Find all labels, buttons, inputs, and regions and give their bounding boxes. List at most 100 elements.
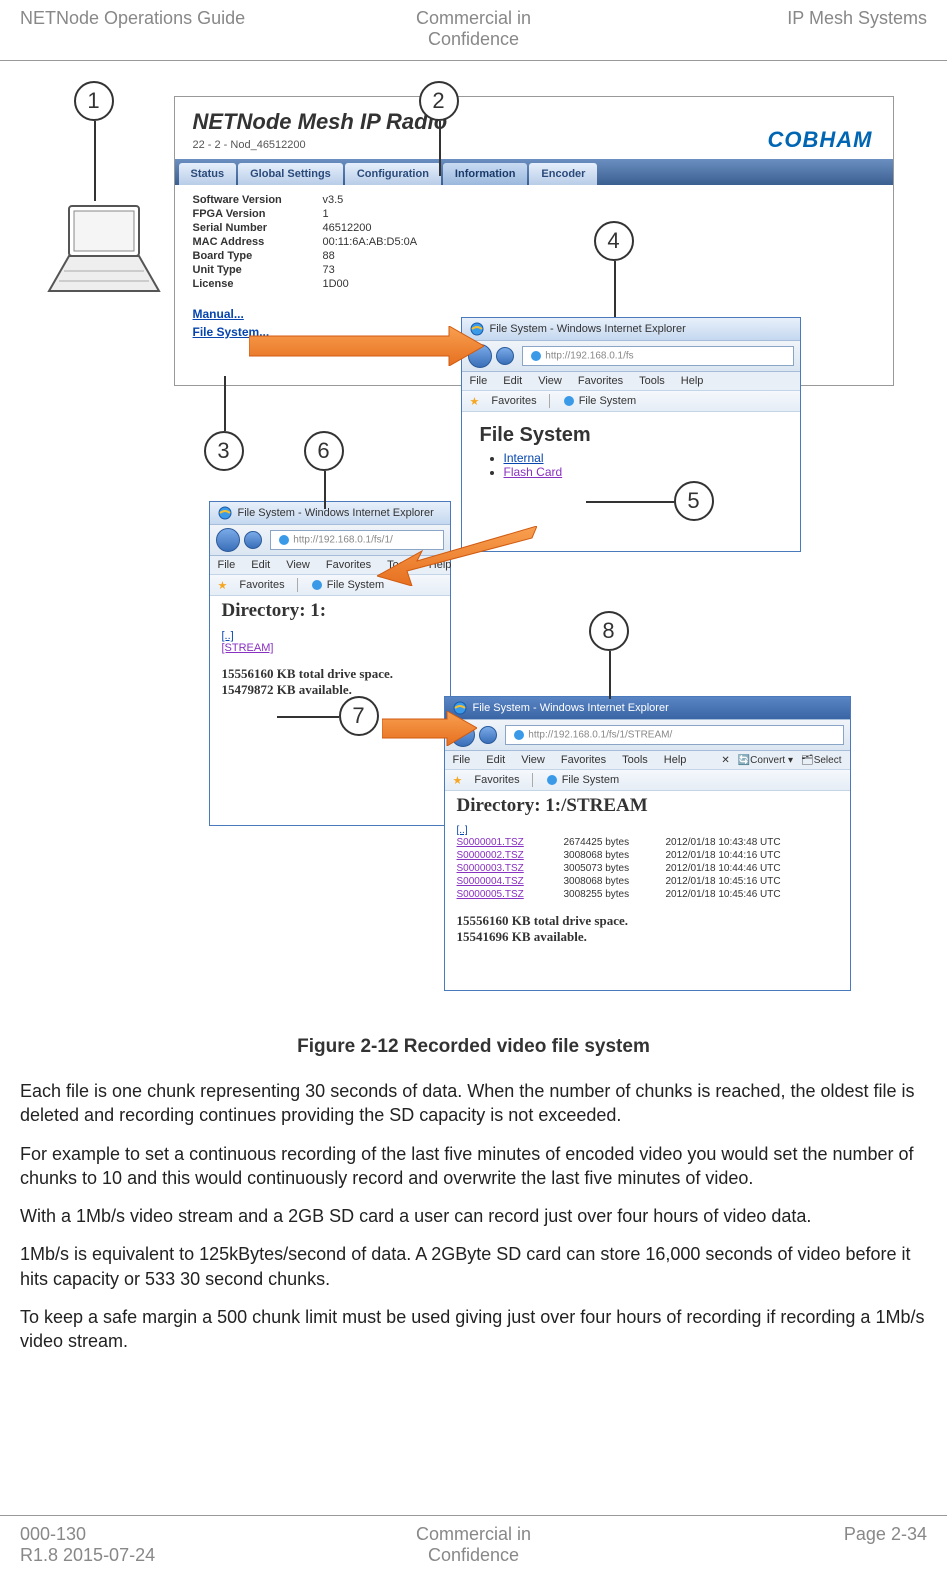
board-value: 88 [323,250,335,262]
forward-button[interactable] [496,347,514,365]
tab-encoder[interactable]: Encoder [529,163,597,185]
para-4: 1Mb/s is equivalent to 125kBytes/second … [20,1235,927,1298]
favorites-label[interactable]: Favorites [474,774,519,786]
callout-7: 7 [339,696,379,736]
menu-file[interactable]: File [218,559,236,571]
unit-value: 73 [323,264,335,276]
header-left: NETNode Operations Guide [20,8,322,50]
menu-view[interactable]: View [538,375,562,387]
menu-edit[interactable]: Edit [503,375,522,387]
file-row: S0000001.TSZ2674425 bytes2012/01/18 10:4… [457,836,838,849]
callout-8: 8 [589,611,629,651]
menu-edit[interactable]: Edit [486,754,505,766]
favorites-label[interactable]: Favorites [491,395,536,407]
sw-version-value: v3.5 [323,194,344,206]
menu-help[interactable]: Help [681,375,704,387]
drive-total: 15556160 KB total drive space. [222,666,438,682]
menu-file[interactable]: File [470,375,488,387]
ie-icon [310,578,324,592]
info-panel: Software Versionv3.5 FPGA Version1 Seria… [175,185,893,299]
ie-window-stream: File System - Windows Internet Explorer … [444,696,851,991]
laptop-icon [44,201,164,301]
tab-label[interactable]: File System [562,774,619,786]
close-icon[interactable]: ✕ [721,755,729,766]
para-5: To keep a safe margin a 500 chunk limit … [20,1298,927,1361]
unit-label: Unit Type [193,264,323,276]
file-link[interactable]: S0000005.TSZ [457,889,552,900]
menu-file[interactable]: File [453,754,471,766]
sw-version-label: Software Version [193,194,323,206]
ie-icon [545,773,559,787]
file-row: S0000005.TSZ3008255 bytes2012/01/18 10:4… [457,888,838,901]
menu-favorites[interactable]: Favorites [326,559,371,571]
ie-window-filesystem: File System - Windows Internet Explorer … [461,317,801,552]
ie-icon [218,506,232,520]
stream-heading: Directory: 1:/STREAM [445,791,850,821]
ie4-titlebar: File System - Windows Internet Explorer [462,318,800,341]
up-link[interactable]: [..] [457,825,468,836]
file-link[interactable]: S0000001.TSZ [457,837,552,848]
back-button[interactable] [216,528,240,552]
tab-global[interactable]: Global Settings [238,163,343,185]
flash-card-link[interactable]: Flash Card [504,465,563,479]
menu-edit[interactable]: Edit [251,559,270,571]
figure-container: 1 NETNode Mesh IP Radio COBHAM 22 - 2 - … [44,71,904,1026]
menu-view[interactable]: View [286,559,310,571]
dir1-heading: Directory: 1: [210,596,450,626]
up-link[interactable]: [..] [222,630,234,642]
menu-tools[interactable]: Tools [639,375,665,387]
tab-information[interactable]: Information [443,163,528,185]
mac-value: 00:11:6A:AB:D5:0A [323,236,418,248]
star-icon: ★ [453,774,463,787]
ie4-favbar: ★ Favorites File System [462,391,800,412]
license-label: License [193,278,323,290]
convert-button[interactable]: 🔄Convert ▾ [738,755,793,766]
callout-2: 2 [419,81,459,121]
arrow-2-icon [377,526,537,586]
tab-label[interactable]: File System [579,395,636,407]
para-3: With a 1Mb/s video stream and a 2GB SD c… [20,1197,927,1235]
forward-button[interactable] [244,531,262,549]
tab-config[interactable]: Configuration [345,163,441,185]
stream-file-list: [..] S0000001.TSZ2674425 bytes2012/01/18… [445,821,850,905]
serial-value: 46512200 [323,222,372,234]
drive-avail: 15541696 KB available. [457,929,838,945]
file-link[interactable]: S0000002.TSZ [457,850,552,861]
menu-tools[interactable]: Tools [622,754,648,766]
url-bar[interactable]: http://192.168.0.1/fs [522,346,794,366]
ie6-titlebar: File System - Windows Internet Explorer [210,502,450,525]
callout-3: 3 [204,431,244,471]
url-bar[interactable]: http://192.168.0.1/fs/1/STREAM/ [505,725,844,745]
select-button[interactable]: 🗂Select [801,755,842,766]
arrow-1-icon [249,326,484,366]
internal-link[interactable]: Internal [504,451,544,465]
menu-favorites[interactable]: Favorites [561,754,606,766]
menu-favorites[interactable]: Favorites [578,375,623,387]
fpga-version-value: 1 [323,208,329,220]
stream-link[interactable]: [STREAM] [222,642,274,654]
page-footer: 000-130 R1.8 2015-07-24 Commercial in Co… [0,1515,947,1574]
arrow-3-icon [382,711,477,746]
license-value: 1D00 [323,278,349,290]
cobham-logo: COBHAM [768,127,873,153]
file-link[interactable]: S0000003.TSZ [457,863,552,874]
ie8-favbar: ★ Favorites File System [445,770,850,791]
fs-heading: File System [480,424,782,451]
menu-view[interactable]: View [521,754,545,766]
board-label: Board Type [193,250,323,262]
favorites-label[interactable]: Favorites [239,579,284,591]
ie-icon [562,394,576,408]
ie-icon [512,728,526,742]
file-row: S0000002.TSZ3008068 bytes2012/01/18 10:4… [457,849,838,862]
serial-label: Serial Number [193,222,323,234]
forward-button[interactable] [479,726,497,744]
footer-right: Page 2-34 [625,1524,927,1566]
file-row: S0000003.TSZ3005073 bytes2012/01/18 10:4… [457,862,838,875]
page-header: NETNode Operations Guide Commercial in C… [0,0,947,61]
menu-help[interactable]: Help [664,754,687,766]
para-2: For example to set a continuous recordin… [20,1135,927,1198]
file-link[interactable]: S0000004.TSZ [457,876,552,887]
ie8-menubar: File Edit View Favorites Tools Help ✕ 🔄C… [445,751,850,770]
file-row: S0000004.TSZ3008068 bytes2012/01/18 10:4… [457,875,838,888]
tab-status[interactable]: Status [179,163,237,185]
